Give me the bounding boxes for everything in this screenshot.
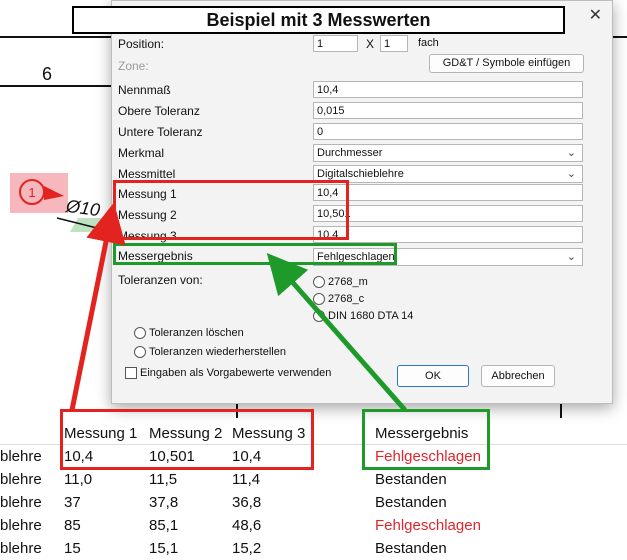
table-row[interactable]: blehre 11,0 11,5 11,4 Bestanden — [0, 468, 627, 491]
merkmal-select[interactable]: Durchmesser ⌄ — [313, 144, 583, 162]
untere-toleranz-input[interactable]: 0 — [313, 123, 583, 140]
messmittel-value: Digitalschieblehre — [317, 168, 404, 180]
nennmass-label: Nennmaß — [118, 83, 171, 97]
messmittel-label: Messmittel — [118, 167, 176, 181]
cell-messung-2: 11,5 — [149, 471, 178, 488]
cancel-button[interactable]: Abbrechen — [481, 365, 555, 387]
result-highlight-box — [113, 243, 397, 265]
merkmal-label: Merkmal — [118, 146, 165, 160]
multiplier-input[interactable]: 1 — [380, 35, 408, 52]
cell-messung-1: 15 — [64, 540, 81, 557]
radio-2768-m[interactable] — [313, 276, 325, 288]
vorgabe-checkbox[interactable] — [125, 367, 137, 379]
zone-label: Zone: — [118, 59, 149, 73]
cell-messung-1: 85 — [64, 517, 81, 534]
balloon-label: 1 — [28, 185, 35, 200]
title-banner: Beispiel mit 3 Messwerten — [72, 6, 565, 34]
radio-2768-m-label: 2768_m — [328, 276, 368, 288]
position-label: Position: — [118, 37, 165, 51]
row-lead-cell: blehre — [0, 540, 42, 557]
cell-messergebnis: Bestanden — [375, 540, 447, 557]
obere-toleranz-input[interactable]: 0,015 — [313, 102, 583, 119]
gdt-symbol-button[interactable]: GD&T / Symbole einfügen — [429, 54, 584, 73]
table-row[interactable]: blehre 15 15,1 15,2 Bestanden — [0, 537, 627, 560]
toleranzen-von-label: Toleranzen von: — [118, 273, 203, 287]
row-lead-cell: blehre — [0, 517, 42, 534]
radio-toleranzen-wiederherstellen-label: Toleranzen wiederherstellen — [149, 346, 286, 358]
chevron-down-icon: ⌄ — [566, 147, 576, 159]
fach-label: fach — [418, 37, 439, 49]
table-row[interactable]: blehre 37 37,8 36,8 Bestanden — [0, 491, 627, 514]
cell-messergebnis: Bestanden — [375, 471, 447, 488]
ok-button[interactable]: OK — [397, 365, 469, 387]
position-input[interactable]: 1 — [313, 35, 358, 52]
cell-messung-3: 48,6 — [232, 517, 262, 534]
drawing-number: 6 — [42, 64, 53, 84]
chevron-down-icon: ⌄ — [566, 251, 576, 263]
close-icon[interactable]: ✕ — [589, 5, 602, 25]
radio-toleranzen-wiederherstellen[interactable] — [134, 346, 146, 358]
nennmass-input[interactable]: 10,4 — [313, 81, 583, 98]
table-row[interactable]: blehre 85 85,1 48,6 Fehlgeschlagen — [0, 514, 627, 537]
cell-messung-2: 85,1 — [149, 517, 179, 534]
messmittel-select[interactable]: Digitalschieblehre ⌄ — [313, 165, 583, 183]
radio-din-1680-label: DIN 1680 DTA 14 — [328, 310, 414, 322]
messung-1-input[interactable]: 10,4 — [313, 184, 583, 201]
radio-2768-c[interactable] — [313, 293, 325, 305]
radio-din-1680[interactable] — [313, 310, 325, 322]
cell-messung-1: 37 — [64, 494, 81, 511]
vorgabe-checkbox-label: Eingaben als Vorgabewerte verwenden — [140, 367, 332, 379]
cell-messergebnis: Fehlgeschlagen — [375, 517, 481, 534]
messung-3-input[interactable]: 10,4 — [313, 226, 583, 243]
radio-toleranzen-loeschen[interactable] — [134, 327, 146, 339]
row-lead-cell: blehre — [0, 494, 42, 511]
radio-toleranzen-loeschen-label: Toleranzen löschen — [149, 327, 244, 339]
merkmal-value: Durchmesser — [317, 147, 383, 159]
untere-toleranz-label: Untere Toleranz — [118, 125, 203, 139]
obere-toleranz-label: Obere Toleranz — [118, 104, 200, 118]
grid-result-highlight-box — [362, 409, 490, 470]
messung-2-input[interactable]: 10,501 — [313, 205, 583, 222]
row-lead-cell: blehre — [0, 471, 42, 488]
chevron-down-icon: ⌄ — [566, 168, 576, 180]
cell-messung-3: 36,8 — [232, 494, 262, 511]
cell-messung-2: 37,8 — [149, 494, 179, 511]
cell-messung-1: 11,0 — [64, 471, 93, 488]
x-label: X — [366, 37, 375, 51]
radio-2768-c-label: 2768_c — [328, 293, 365, 305]
grid-measurements-highlight-box — [60, 409, 314, 470]
measurements-highlight-box — [113, 180, 349, 240]
cell-messergebnis: Bestanden — [375, 494, 447, 511]
drawing-frame-line — [0, 85, 111, 87]
cell-messung-2: 15,1 — [149, 540, 179, 557]
cell-messung-3: 15,2 — [232, 540, 262, 557]
row-lead-cell: blehre — [0, 448, 42, 465]
diameter-dimension: Ø10 — [64, 195, 102, 221]
cell-messung-3: 11,4 — [232, 471, 261, 488]
